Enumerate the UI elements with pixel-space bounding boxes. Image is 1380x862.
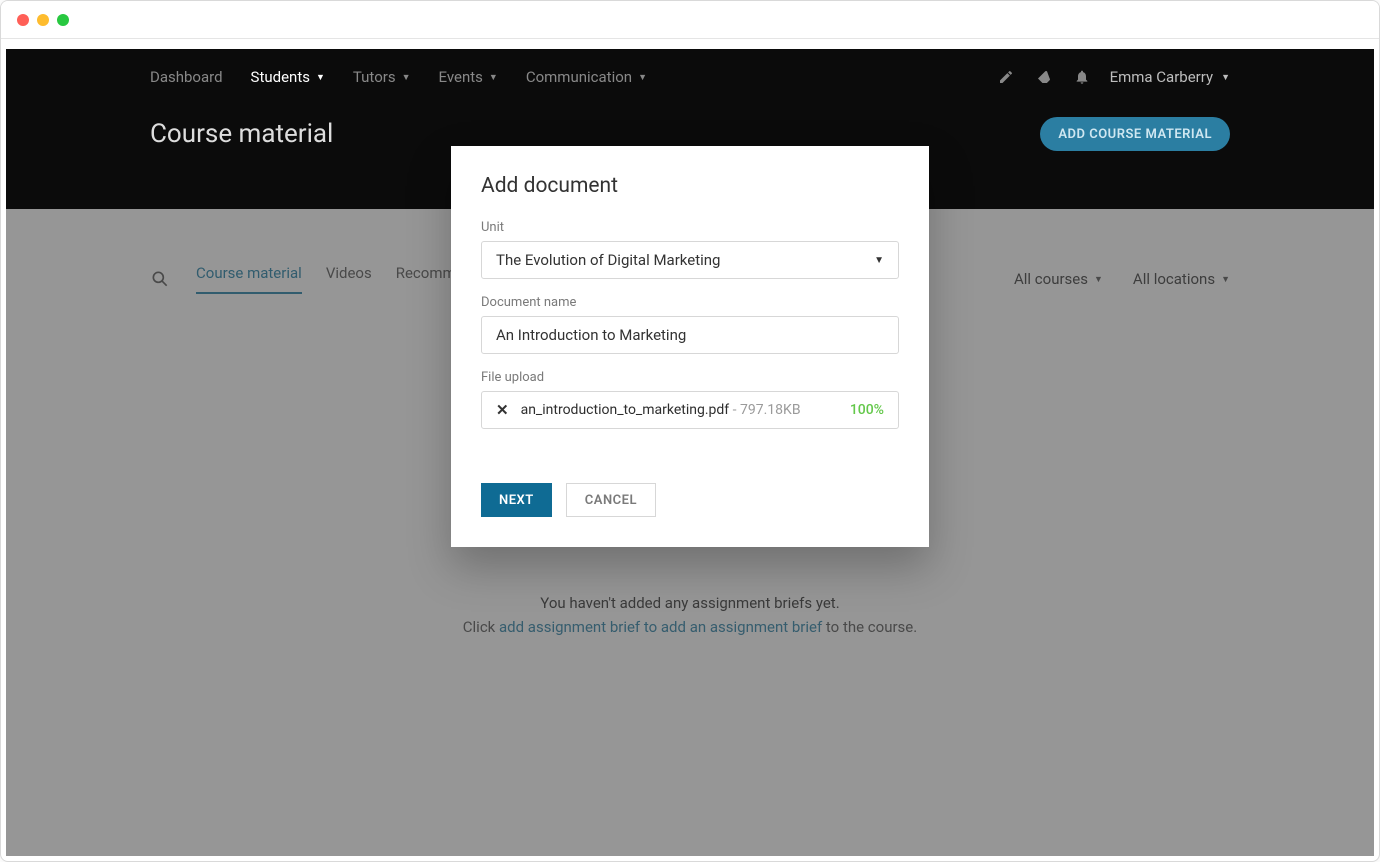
- uploaded-file-size: 797.18KB: [740, 402, 801, 418]
- nav-dashboard[interactable]: Dashboard: [150, 68, 223, 86]
- document-name-label: Document name: [481, 295, 899, 310]
- document-name-input[interactable]: [481, 316, 899, 354]
- nav-communication[interactable]: Communication ▼: [526, 68, 647, 86]
- next-button[interactable]: NEXT: [481, 483, 552, 517]
- window-frame: Dashboard Students ▼ Tutors ▼ Events ▼: [0, 0, 1380, 862]
- close-window-dot[interactable]: [17, 14, 29, 26]
- bell-icon[interactable]: [1072, 67, 1092, 87]
- cancel-button[interactable]: CANCEL: [566, 483, 656, 517]
- pencil-icon[interactable]: [996, 67, 1016, 87]
- upload-percent: 100%: [850, 402, 884, 418]
- nav-events-label: Events: [439, 68, 483, 86]
- nav-communication-label: Communication: [526, 68, 632, 86]
- minimize-window-dot[interactable]: [37, 14, 49, 26]
- modal-title: Add document: [481, 174, 899, 198]
- content-area: Course material Videos Recommended readi…: [6, 209, 1374, 856]
- modal-actions: NEXT CANCEL: [481, 483, 899, 517]
- chevron-down-icon: ▼: [402, 72, 411, 83]
- chevron-down-icon: ▼: [874, 255, 884, 266]
- uploaded-file-size-prefix: -: [729, 402, 740, 418]
- chevron-down-icon: ▼: [1221, 72, 1230, 83]
- unit-select[interactable]: The Evolution of Digital Marketing ▼: [481, 241, 899, 279]
- app-shell: Dashboard Students ▼ Tutors ▼ Events ▼: [6, 49, 1374, 856]
- file-upload-label: File upload: [481, 370, 899, 385]
- top-nav-inner: Dashboard Students ▼ Tutors ▼ Events ▼: [150, 67, 1230, 87]
- nav-students-label: Students: [251, 68, 310, 86]
- chevron-down-icon: ▼: [316, 72, 325, 83]
- nav-tutors[interactable]: Tutors ▼: [353, 68, 411, 86]
- chevron-down-icon: ▼: [638, 72, 647, 83]
- remove-file-icon[interactable]: ✕: [496, 401, 509, 419]
- nav-tutors-label: Tutors: [353, 68, 396, 86]
- user-menu[interactable]: Emma Carberry ▼: [1110, 68, 1230, 86]
- mac-titlebar: [1, 1, 1379, 39]
- add-document-modal: Add document Unit The Evolution of Digit…: [451, 146, 929, 547]
- file-upload-row: ✕ an_introduction_to_marketing.pdf - 797…: [481, 391, 899, 429]
- nav-right: Emma Carberry ▼: [996, 67, 1230, 87]
- user-name: Emma Carberry: [1110, 68, 1214, 86]
- page-title: Course material: [150, 119, 333, 149]
- nav-events[interactable]: Events ▼: [439, 68, 498, 86]
- top-nav: Dashboard Students ▼ Tutors ▼ Events ▼: [6, 49, 1374, 105]
- uploaded-file-name: an_introduction_to_marketing.pdf: [521, 402, 730, 418]
- unit-select-value: The Evolution of Digital Marketing: [496, 251, 720, 269]
- nav-dashboard-label: Dashboard: [150, 68, 223, 86]
- nav-left: Dashboard Students ▼ Tutors ▼ Events ▼: [150, 68, 647, 86]
- chevron-down-icon: ▼: [489, 72, 498, 83]
- eraser-icon[interactable]: [1034, 67, 1054, 87]
- zoom-window-dot[interactable]: [57, 14, 69, 26]
- unit-field-label: Unit: [481, 220, 899, 235]
- nav-students[interactable]: Students ▼: [251, 68, 325, 86]
- add-course-material-button[interactable]: ADD COURSE MATERIAL: [1040, 117, 1230, 151]
